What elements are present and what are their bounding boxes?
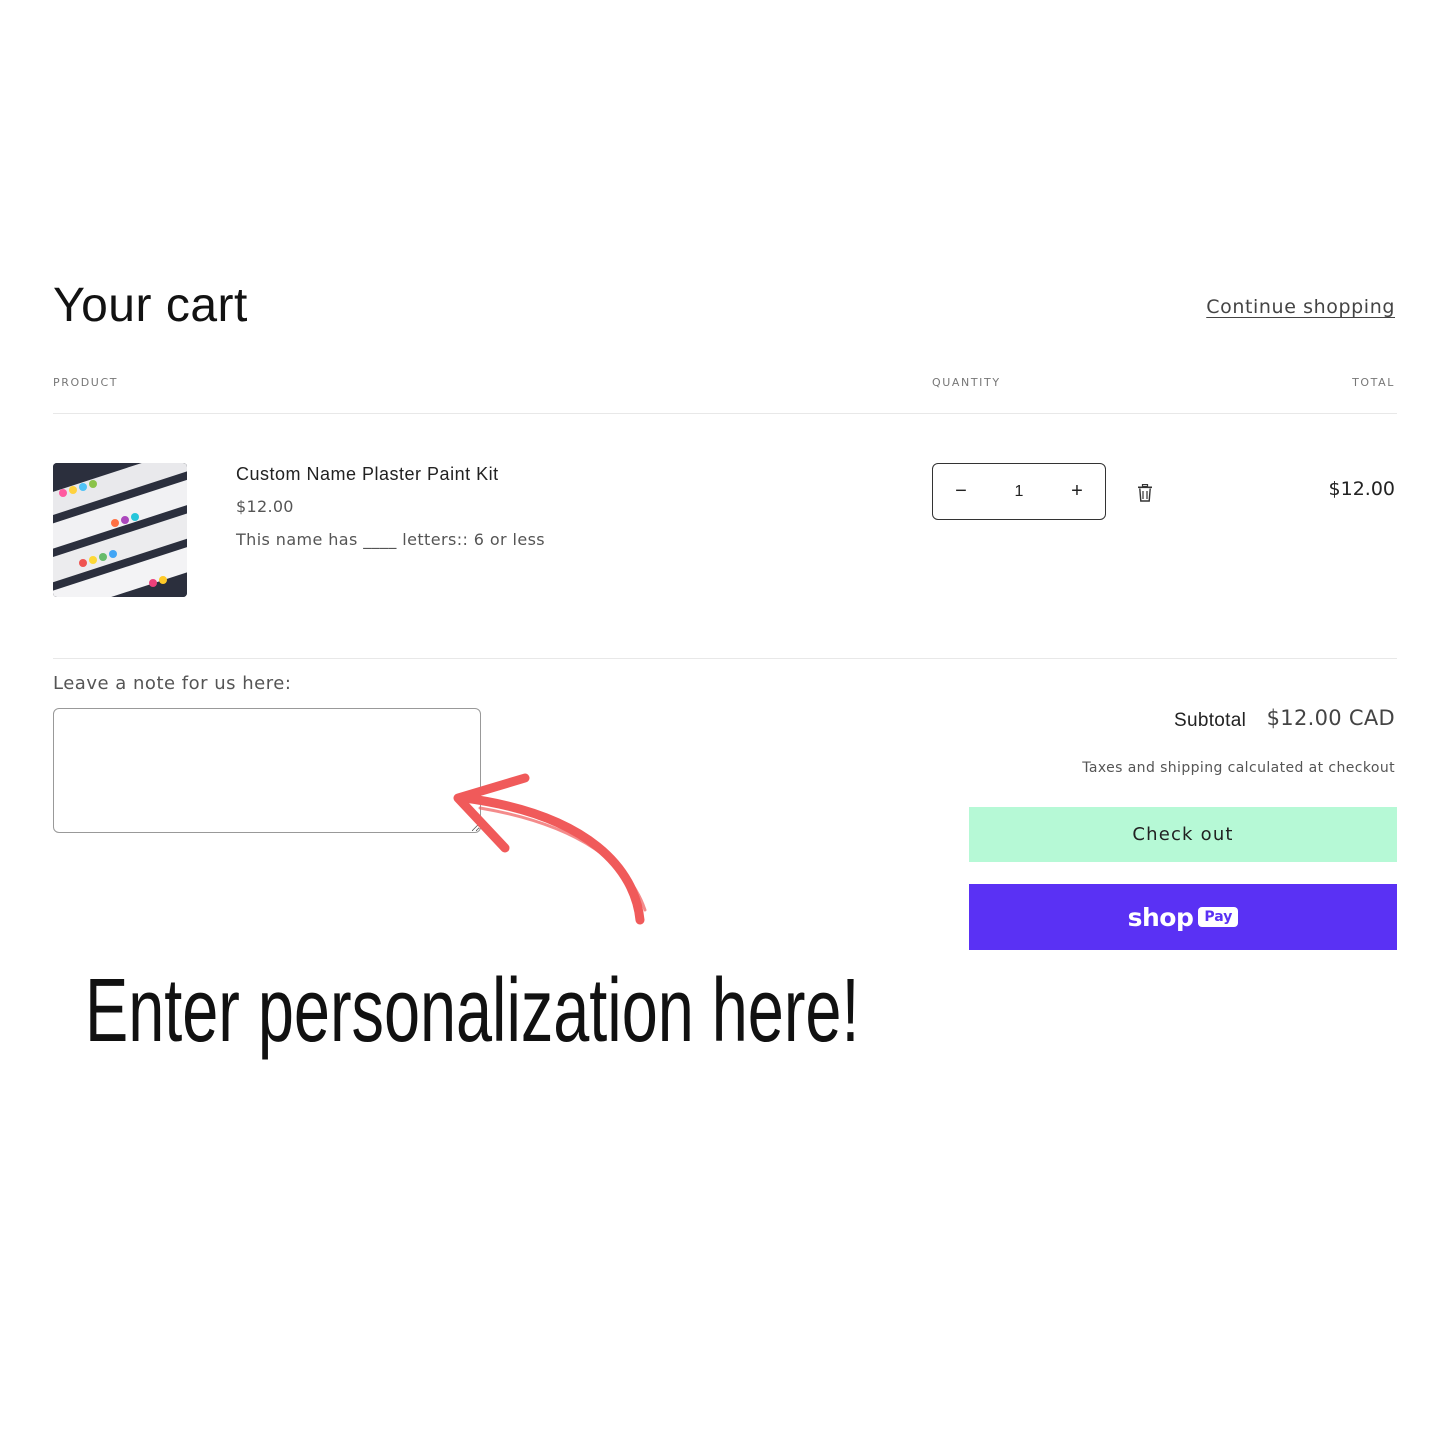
- product-price: $12.00: [236, 497, 294, 516]
- promo-caption: Enter personalization here!: [85, 961, 860, 1061]
- column-header-quantity: QUANTITY: [932, 376, 1001, 389]
- column-header-total: TOTAL: [1352, 376, 1395, 389]
- column-header-product: PRODUCT: [53, 376, 119, 389]
- trash-icon[interactable]: [1137, 483, 1153, 502]
- line-item-total: $12.00: [1328, 478, 1395, 500]
- quantity-input[interactable]: 1: [1015, 483, 1024, 501]
- product-option: This name has ____ letters:: 6 or less: [236, 530, 546, 549]
- quantity-stepper: − 1 +: [932, 463, 1106, 520]
- subtotal-value: $12.00 CAD: [1266, 706, 1395, 730]
- product-name[interactable]: Custom Name Plaster Paint Kit: [236, 464, 499, 485]
- product-thumbnail[interactable]: [53, 463, 187, 597]
- shop-pay-button[interactable]: shop Pay: [969, 884, 1397, 950]
- cart-note-textarea[interactable]: [53, 708, 481, 833]
- checkout-button[interactable]: Check out: [969, 807, 1397, 862]
- subtotal-label: Subtotal: [1174, 710, 1247, 731]
- curved-arrow-icon: [453, 773, 647, 925]
- tax-note: Taxes and shipping calculated at checkou…: [1082, 760, 1395, 776]
- divider: [53, 658, 1397, 659]
- continue-shopping-link[interactable]: Continue shopping: [1206, 296, 1395, 318]
- minus-icon[interactable]: −: [951, 480, 971, 503]
- pay-badge: Pay: [1198, 907, 1239, 927]
- plus-icon[interactable]: +: [1067, 480, 1087, 503]
- divider: [53, 413, 1397, 414]
- page-title: Your cart: [53, 279, 248, 332]
- note-label: Leave a note for us here:: [53, 673, 292, 694]
- shop-pay-logo: shop: [1127, 902, 1194, 932]
